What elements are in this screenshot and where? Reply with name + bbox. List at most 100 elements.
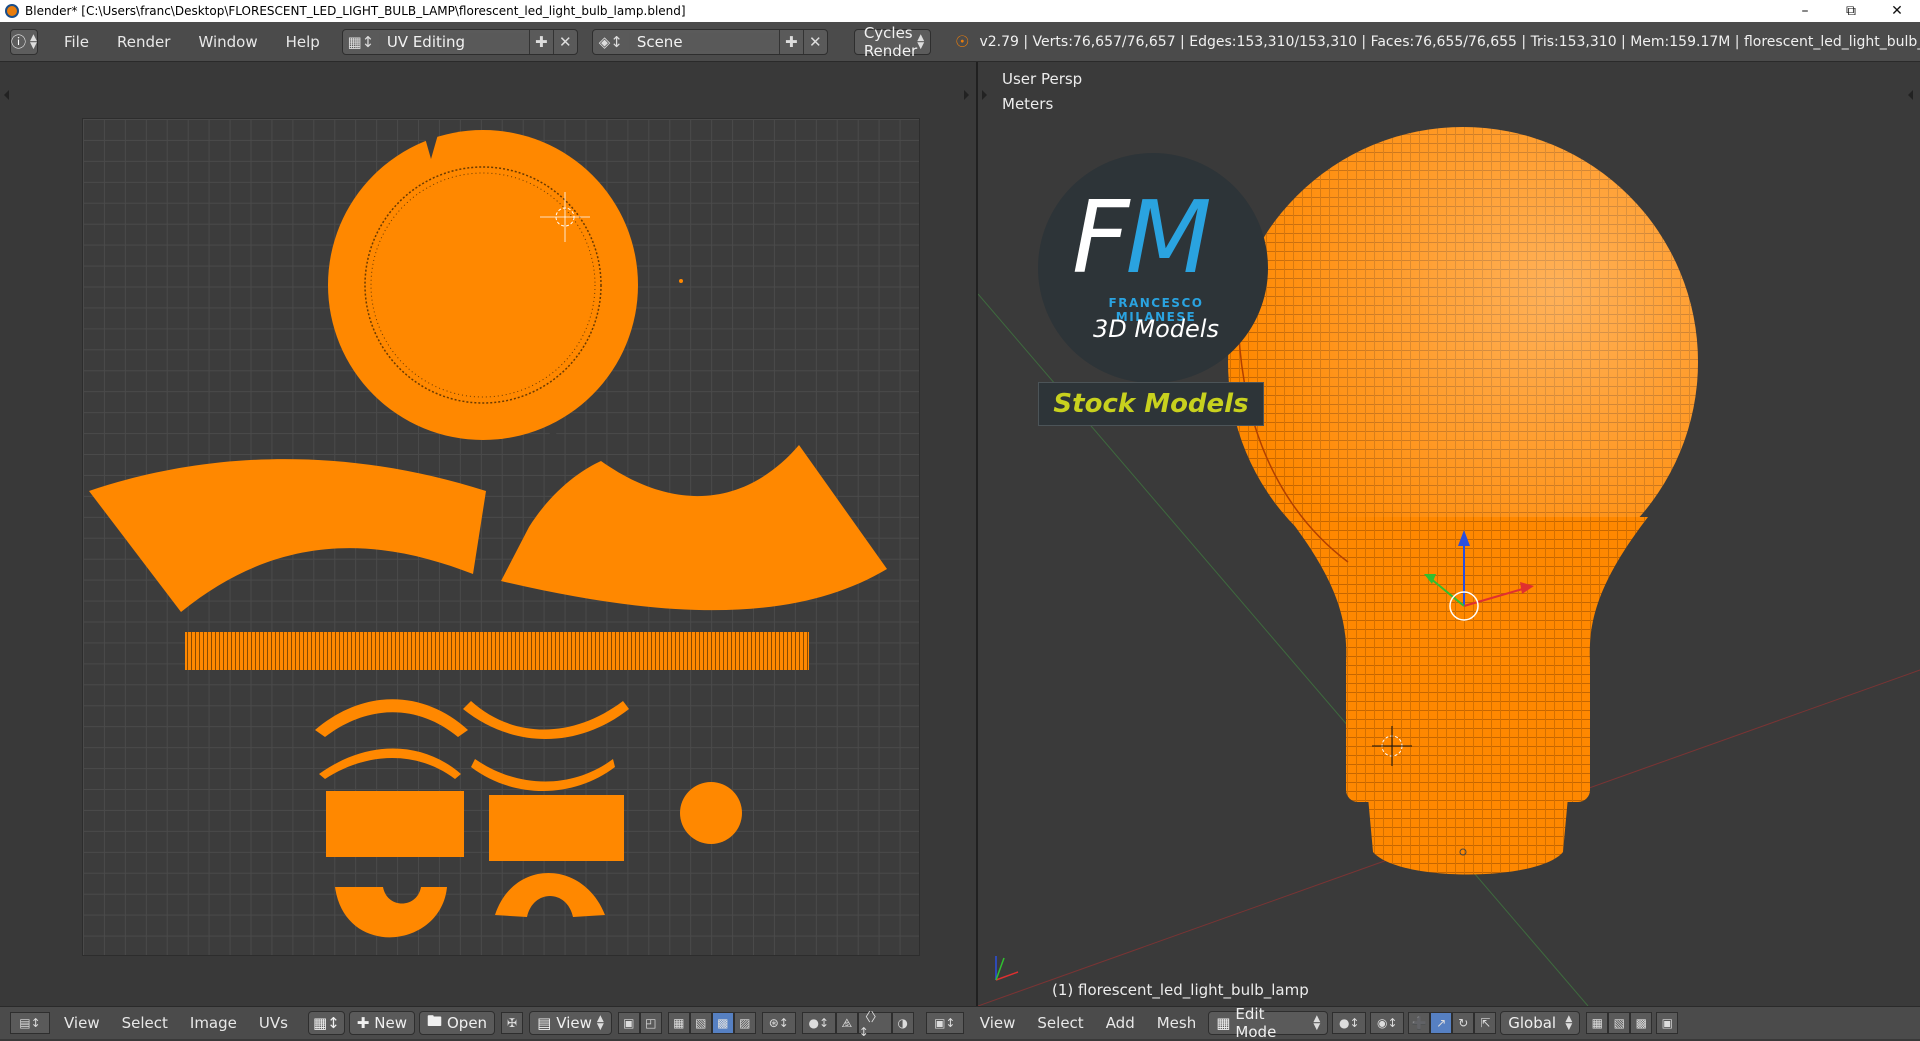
new-image-button[interactable]: ✚ New	[348, 1011, 415, 1035]
face-select-icon[interactable]: ▩	[711, 1012, 734, 1034]
scene-field[interactable]: ◈↕ Scene ✚ ✕	[591, 28, 828, 55]
edge-select-icon[interactable]: ▧	[689, 1012, 712, 1034]
scene-name[interactable]: Scene	[628, 32, 779, 51]
view3d-menu-select[interactable]: Select	[1037, 1011, 1083, 1035]
render-engine-value: Cycles Render	[863, 23, 918, 60]
uv-island-small-disc[interactable]	[680, 782, 742, 844]
pivot-point-icon[interactable]: ◉↕	[1370, 1012, 1405, 1034]
close-button[interactable]: ✕	[1874, 0, 1920, 22]
uv-2d-cursor[interactable]	[540, 192, 590, 242]
updown-arrow-icon: ▲ ▼	[1565, 1014, 1573, 1032]
scene-icon[interactable]: ◈↕	[593, 30, 629, 54]
info-icon: ⓘ	[11, 33, 27, 51]
menu-render[interactable]: Render	[103, 33, 184, 51]
updown-arrow-icon: ▲ ▼	[30, 32, 37, 51]
logo-subtitle: 3D Models	[1093, 315, 1219, 343]
uv-island-thread-strip[interactable]	[185, 632, 809, 670]
view3d-menu-mesh[interactable]: Mesh	[1157, 1011, 1197, 1035]
scale-manipulator-icon[interactable]: ⇱	[1474, 1012, 1497, 1034]
pin-icon[interactable]: ✠	[501, 1012, 524, 1034]
proportional-edit-icon[interactable]: ●↕	[801, 1012, 836, 1034]
render-engine-select[interactable]: Cycles Render ▲ ▼	[853, 24, 932, 60]
uv-menu-view[interactable]: View	[64, 1011, 100, 1035]
menu-file[interactable]: File	[50, 33, 103, 51]
uv-island-arc-1[interactable]	[315, 699, 468, 737]
active-object-label: (1) florescent_led_light_bulb_lamp	[1052, 981, 1309, 999]
uv-island-half-ring-2[interactable]	[495, 873, 605, 917]
sticky-mode-icon[interactable]: ⊛↕	[761, 1012, 796, 1034]
plus-icon: ✚	[356, 1014, 370, 1032]
render-layer-icon[interactable]: ◑	[891, 1012, 914, 1034]
fm-logo-letters: FM	[1072, 179, 1212, 296]
uv-island-arc-4[interactable]	[471, 759, 615, 791]
menu-help[interactable]: Help	[272, 33, 334, 51]
occlude-geometry-icon[interactable]: ▣	[1656, 1012, 1679, 1034]
bulb-mesh[interactable]	[1228, 127, 1698, 875]
add-scene-icon[interactable]: ✚	[778, 29, 803, 54]
uv-island-bulb-band-right[interactable]	[501, 445, 887, 611]
interaction-mode-select[interactable]: ▦ Edit Mode ▲ ▼	[1208, 1005, 1329, 1041]
screen-layout-icon[interactable]: ▦↕	[343, 30, 379, 54]
3d-editor-type-selector[interactable]: ▣↕	[925, 1012, 964, 1034]
uv-menu-select[interactable]: Select	[122, 1011, 168, 1035]
remove-scene-icon[interactable]: ✕	[802, 29, 827, 54]
fm-logo: FM FRANCESCO MILANESE 3D Models	[1038, 153, 1268, 383]
region-toggle-right-icon[interactable]	[964, 90, 969, 100]
menu-window[interactable]: Window	[184, 33, 271, 51]
updown-arrow-icon: ▲ ▼	[596, 1014, 604, 1032]
sync-selection-icon[interactable]: ◰	[639, 1012, 662, 1034]
snap-icon[interactable]: ⧌	[835, 1012, 858, 1034]
uv-island-bulb-band-left[interactable]	[89, 459, 486, 612]
transform-orientation-select[interactable]: Global ▲ ▼	[1500, 1011, 1581, 1035]
info-header: ⓘ ▲ ▼ File Render Window Help ▦↕ UV Editi…	[0, 22, 1920, 62]
uv-menu-image[interactable]: Image	[190, 1011, 237, 1035]
translate-manipulator-icon[interactable]: ↗	[1430, 1012, 1453, 1034]
blender-logo-icon: ☉	[955, 32, 970, 51]
region-toggle-left-icon[interactable]	[4, 90, 9, 100]
viewport-shading-icon[interactable]: ●↕	[1332, 1012, 1367, 1034]
image-browse-button[interactable]: ▦↕	[307, 1011, 345, 1035]
uv-menu-uvs[interactable]: UVs	[259, 1011, 288, 1035]
view-mode-select[interactable]: ▤ View ▲ ▼	[529, 1011, 612, 1035]
uv-image-editor[interactable]	[0, 62, 976, 1006]
window-title: Blender* [C:\Users\franc\Desktop\FLORESC…	[25, 4, 686, 18]
manipulator-toggle-icon[interactable]: ➕	[1408, 1012, 1431, 1034]
uv-vertex-stray	[679, 279, 683, 283]
uv-island-rect-1[interactable]	[326, 791, 464, 857]
uv-grid-canvas[interactable]	[82, 118, 920, 956]
uv-island-arc-3[interactable]	[319, 748, 461, 779]
remove-layout-icon[interactable]: ✕	[552, 29, 577, 54]
snap-target-icon[interactable]: 〈〉↕	[857, 1010, 892, 1039]
stock-models-badge: Stock Models	[1038, 382, 1264, 426]
window-titlebar: Blender* [C:\Users\franc\Desktop\FLORESC…	[0, 0, 1920, 22]
edge-mode-icon[interactable]: ▧	[1608, 1012, 1631, 1034]
view3d-menu-view[interactable]: View	[980, 1011, 1016, 1035]
screen-layout-name[interactable]: UV Editing	[378, 32, 529, 51]
scene-statistics: v2.79 | Verts:76,657/76,657 | Edges:153,…	[979, 33, 1920, 50]
uv-island-half-ring-1[interactable]	[335, 887, 447, 938]
uv-island-arc-2[interactable]	[463, 701, 629, 739]
screen-layout-field[interactable]: ▦↕ UV Editing ✚ ✕	[341, 28, 578, 55]
island-select-icon[interactable]: ▨	[733, 1012, 756, 1034]
minimize-button[interactable]: –	[1782, 0, 1828, 22]
edit-mode-icon: ▦	[1216, 1014, 1231, 1032]
uv-editor-type-selector[interactable]: ▤↕	[10, 1012, 50, 1034]
editor-footers: ▤↕ View Select Image UVs ▦↕ ✚ New 🖿 Open ✠…	[0, 1005, 1920, 1041]
open-image-button[interactable]: 🖿 Open	[418, 1011, 496, 1035]
add-layout-icon[interactable]: ✚	[528, 29, 553, 54]
folder-icon: 🖿	[426, 1011, 442, 1030]
editor-type-selector[interactable]: ⓘ ▲ ▼	[10, 28, 38, 55]
restore-button[interactable]: ⧉	[1828, 0, 1874, 22]
view-name: User Persp	[1002, 70, 1083, 88]
image-icon: ▦↕	[312, 1014, 340, 1032]
view3d-menu-add[interactable]: Add	[1106, 1011, 1135, 1035]
vertex-mode-icon[interactable]: ▦	[1586, 1012, 1609, 1034]
vertex-select-icon[interactable]: ▦	[667, 1012, 690, 1034]
unit-system: Meters	[1002, 95, 1054, 113]
updown-arrow-icon: ▲ ▼	[1313, 1014, 1321, 1032]
uv-island-rect-2[interactable]	[489, 795, 624, 861]
uv-island-bulb-top[interactable]	[328, 130, 638, 449]
face-mode-icon[interactable]: ▩	[1630, 1012, 1653, 1034]
rotate-manipulator-icon[interactable]: ↻	[1452, 1012, 1475, 1034]
pivot-icon[interactable]: ▣	[617, 1012, 640, 1034]
